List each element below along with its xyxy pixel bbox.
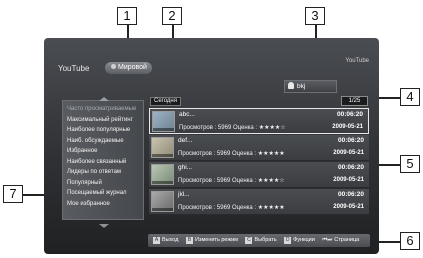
video-list: abc... 00:06:20 Просмотров : 5969 Оценка… — [149, 108, 369, 217]
key-help-bar: A Выход B Изменить режим C Выбрать D Функции… — [148, 234, 370, 247]
category-item[interactable]: Посещаемый журнал — [63, 188, 143, 199]
category-item[interactable]: Избранное — [63, 146, 143, 157]
video-views-rating: Просмотров : 5969 Оценка : ★★★★☆ — [178, 178, 285, 184]
category-item[interactable]: Популярный — [63, 178, 143, 189]
list-label: Сегодня — [150, 97, 181, 106]
callout-1: 1 — [117, 7, 137, 25]
category-item[interactable]: Максимальный рейтинг — [63, 115, 143, 126]
user-account[interactable]: bkj — [284, 80, 337, 93]
help-page[interactable]: ⏮⏭ Страница — [322, 237, 359, 243]
video-title: ghi... — [178, 164, 193, 171]
video-views-rating: Просмотров : 5969 Оценка : ★★★★★ — [178, 205, 285, 211]
category-item[interactable]: Наиб. обсуждаемые — [63, 136, 143, 147]
video-title: abc... — [179, 111, 195, 118]
category-item[interactable]: Мое избранное — [63, 199, 143, 210]
video-thumbnail — [151, 191, 174, 212]
video-thumbnail — [151, 137, 174, 158]
video-duration: 00:06:20 — [336, 111, 363, 118]
video-date: 2009-05-21 — [333, 204, 364, 210]
video-title: jkl... — [178, 191, 190, 198]
video-item[interactable]: ghi... 00:06:20 Просмотров : 5969 Оценка… — [149, 162, 369, 188]
d-key-icon: D — [284, 237, 292, 244]
help-functions[interactable]: D Функции — [284, 237, 315, 244]
callout-5: 5 — [400, 155, 420, 173]
callout-4: 4 — [400, 88, 420, 106]
skip-icon: ⏮⏭ — [322, 237, 333, 243]
video-date: 2009-05-21 — [333, 177, 364, 183]
help-label: Страница — [334, 237, 360, 243]
scroll-down-icon[interactable] — [99, 224, 109, 228]
video-views-rating: Просмотров : 5969 Оценка : ★★★★★ — [178, 151, 285, 157]
category-item[interactable]: Наиболее популярные — [63, 125, 143, 136]
callout-6: 6 — [400, 232, 420, 250]
app-name: YouTube — [58, 64, 90, 73]
region-tab-label: Мировой — [118, 64, 147, 71]
video-thumbnail — [151, 164, 174, 185]
a-key-icon: A — [153, 237, 160, 244]
callout-7: 7 — [3, 185, 23, 203]
video-date: 2009-05-21 — [333, 150, 364, 156]
video-date: 2009-05-21 — [332, 124, 363, 130]
user-name: bkj — [297, 83, 306, 90]
help-label: Выход — [162, 237, 179, 243]
help-exit[interactable]: A Выход — [153, 237, 179, 244]
video-duration: 00:06:20 — [337, 137, 364, 144]
help-change-mode[interactable]: B Изменить режим — [186, 237, 238, 244]
category-sidebar: Часто просматриваемые Максимальный рейти… — [62, 97, 144, 220]
b-key-icon: B — [186, 237, 193, 244]
callout-3: 3 — [305, 7, 325, 25]
scroll-up-icon[interactable] — [99, 97, 109, 101]
video-title: def... — [178, 137, 193, 144]
youtube-logo: YouTube — [345, 58, 369, 64]
help-select[interactable]: C Выбрать — [245, 237, 277, 244]
video-item[interactable]: abc... 00:06:20 Просмотров : 5969 Оценка… — [149, 108, 369, 134]
callout-2: 2 — [162, 7, 182, 25]
help-label: Функции — [293, 237, 315, 243]
video-duration: 00:06:20 — [337, 191, 364, 198]
category-item[interactable]: Лидеры по ответам — [63, 167, 143, 178]
youtube-screen: YouTube Мировой YouTube bkj Сегодня 1/25… — [44, 38, 379, 254]
region-tab[interactable]: Мировой — [105, 62, 152, 74]
category-item[interactable]: Часто просматриваемые — [63, 104, 143, 115]
help-label: Выбрать — [254, 237, 277, 243]
page-indicator: 1/25 — [341, 96, 368, 106]
video-views-rating: Просмотров : 5969 Оценка : ★★★★☆ — [179, 125, 286, 131]
video-thumbnail — [152, 111, 175, 132]
video-item[interactable]: def... 00:06:20 Просмотров : 5969 Оценка… — [149, 135, 369, 161]
video-item[interactable]: jkl... 00:06:20 Просмотров : 5969 Оценка… — [149, 189, 369, 215]
c-key-icon: C — [245, 237, 253, 244]
help-label: Изменить режим — [195, 237, 238, 243]
category-item[interactable]: Наиболее связанный — [63, 157, 143, 168]
globe-icon — [111, 64, 116, 69]
video-duration: 00:06:20 — [337, 164, 364, 171]
user-icon — [288, 82, 294, 89]
